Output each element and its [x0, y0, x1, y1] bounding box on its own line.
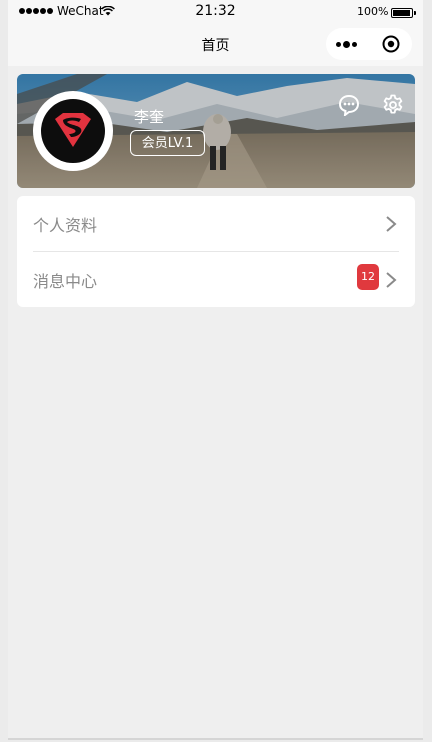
avatar[interactable] [33, 91, 113, 171]
unread-count-badge: 12 [357, 264, 379, 290]
gear-icon[interactable] [382, 94, 404, 116]
menu-list: 个人资料 消息中心 12 [17, 196, 415, 307]
menu-item-messages[interactable]: 消息中心 12 [17, 252, 415, 307]
battery-icon [391, 8, 416, 18]
profile-card: 李奎 会员LV.1 [17, 74, 415, 188]
close-target-icon[interactable] [382, 35, 400, 53]
username: 李奎 [134, 108, 165, 126]
navigation-bar: 首页 [8, 24, 423, 66]
battery-percent: 100% [357, 5, 389, 18]
chat-icon[interactable] [338, 94, 360, 116]
menu-item-label: 个人资料 [33, 216, 98, 235]
chevron-right-icon [386, 272, 397, 288]
superman-logo [55, 113, 91, 147]
menu-item-label: 消息中心 [33, 272, 98, 291]
chevron-right-icon [386, 216, 397, 232]
member-level-badge: 会员LV.1 [130, 130, 205, 156]
status-bar: WeChat 21:32 100% [8, 0, 423, 24]
menu-item-profile[interactable]: 个人资料 [17, 196, 415, 251]
phone-screen: WeChat 21:32 100% 首页 李奎 会员LV.1 个人资料 消息中心… [8, 0, 423, 740]
miniprogram-capsule [326, 28, 412, 60]
more-icon[interactable] [336, 38, 362, 50]
